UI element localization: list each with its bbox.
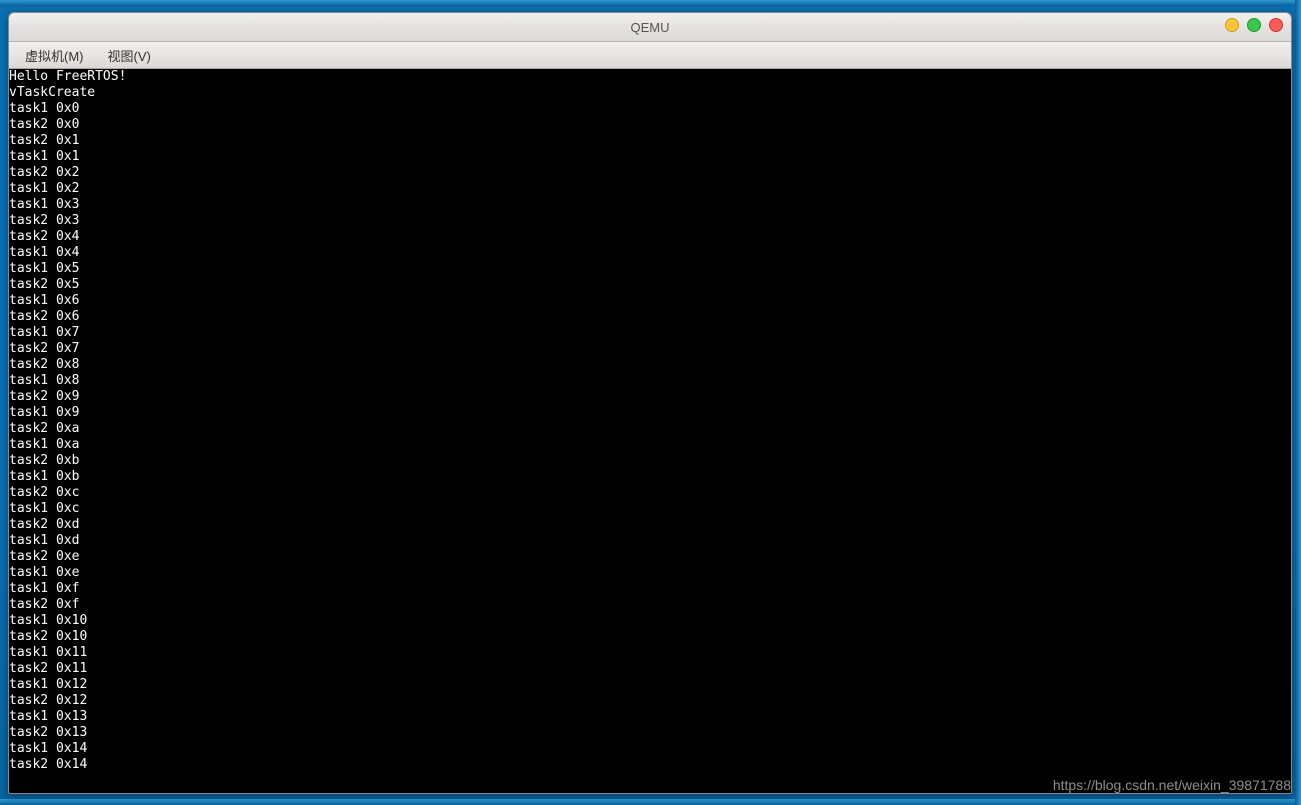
maximize-button[interactable]: [1247, 18, 1261, 32]
terminal-line: task2 0x5: [9, 277, 1291, 293]
terminal-line: task2 0x2: [9, 165, 1291, 181]
terminal-line: task1 0x4: [9, 245, 1291, 261]
terminal-output[interactable]: Hello FreeRTOS!vTaskCreatetask1 0x0task2…: [9, 69, 1291, 793]
terminal-line: task1 0xe: [9, 565, 1291, 581]
terminal-line: task2 0x8: [9, 357, 1291, 373]
terminal-line: task2 0xe: [9, 549, 1291, 565]
terminal-line: task1 0xa: [9, 437, 1291, 453]
terminal-line: task2 0x13: [9, 725, 1291, 741]
terminal-line: task2 0xf: [9, 597, 1291, 613]
terminal-line: task1 0x5: [9, 261, 1291, 277]
desktop-border: [1295, 0, 1301, 805]
terminal-line: task2 0x3: [9, 213, 1291, 229]
menu-view[interactable]: 视图(V): [98, 44, 161, 67]
terminal-line: task1 0xc: [9, 501, 1291, 517]
terminal-line: task2 0x11: [9, 661, 1291, 677]
terminal-line: vTaskCreate: [9, 85, 1291, 101]
terminal-line: task1 0xd: [9, 533, 1291, 549]
terminal-line: task2 0xb: [9, 453, 1291, 469]
terminal-line: task1 0x13: [9, 709, 1291, 725]
terminal-line: task1 0x12: [9, 677, 1291, 693]
terminal-line: task1 0x0: [9, 101, 1291, 117]
window-controls: [1225, 18, 1283, 32]
terminal-line: task1 0xb: [9, 469, 1291, 485]
terminal-line: task1 0x10: [9, 613, 1291, 629]
terminal-line: Hello FreeRTOS!: [9, 69, 1291, 85]
desktop-background: QEMU 虚拟机(M) 视图(V) Hello FreeRTOS!vTaskCr…: [0, 0, 1301, 805]
terminal-line: task2 0x7: [9, 341, 1291, 357]
titlebar[interactable]: QEMU: [9, 13, 1291, 42]
terminal-line: task2 0x1: [9, 133, 1291, 149]
terminal-line: task1 0x2: [9, 181, 1291, 197]
menubar: 虚拟机(M) 视图(V): [9, 42, 1291, 69]
terminal-line: task2 0x0: [9, 117, 1291, 133]
terminal-line: task2 0xd: [9, 517, 1291, 533]
terminal-line: task1 0x8: [9, 373, 1291, 389]
minimize-button[interactable]: [1225, 18, 1239, 32]
desktop-border: [0, 0, 1301, 6]
terminal-line: task1 0x11: [9, 645, 1291, 661]
qemu-window: QEMU 虚拟机(M) 视图(V) Hello FreeRTOS!vTaskCr…: [8, 12, 1292, 794]
terminal-line: task2 0x6: [9, 309, 1291, 325]
close-button[interactable]: [1269, 18, 1283, 32]
window-title: QEMU: [631, 20, 670, 35]
terminal-line: task2 0x4: [9, 229, 1291, 245]
terminal-line: task2 0x12: [9, 693, 1291, 709]
terminal-line: task2 0xa: [9, 421, 1291, 437]
terminal-line: task2 0x14: [9, 757, 1291, 773]
terminal-line: task1 0xf: [9, 581, 1291, 597]
terminal-line: task1 0x7: [9, 325, 1291, 341]
terminal-line: task1 0x14: [9, 741, 1291, 757]
terminal-line: task2 0xc: [9, 485, 1291, 501]
terminal-line: task1 0x6: [9, 293, 1291, 309]
terminal-line: task1 0x9: [9, 405, 1291, 421]
terminal-line: task2 0x9: [9, 389, 1291, 405]
menu-vm[interactable]: 虚拟机(M): [15, 44, 94, 67]
terminal-line: task1 0x1: [9, 149, 1291, 165]
terminal-line: task2 0x10: [9, 629, 1291, 645]
terminal-line: task1 0x3: [9, 197, 1291, 213]
desktop-border: [0, 799, 1301, 805]
